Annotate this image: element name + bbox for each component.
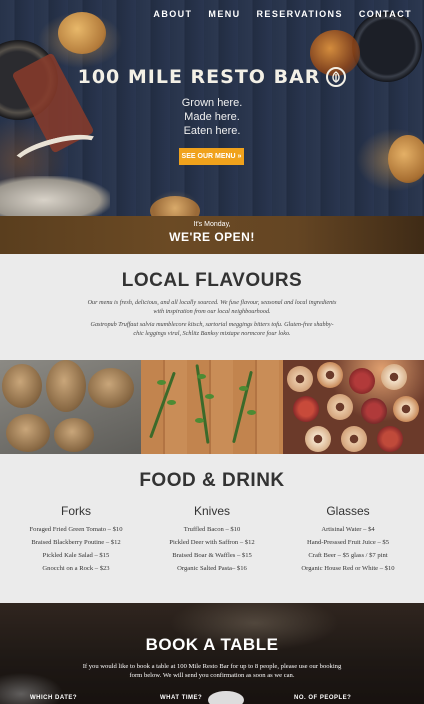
food-drink-section: FOOD & DRINK Forks Foraged Fried Green T… [0,454,424,603]
donuts-photo [282,360,424,454]
plate-image [208,691,244,704]
menu-column-heading: Glasses [326,504,370,518]
nav-reservations[interactable]: RESERVATIONS [257,9,343,19]
menu-item: Hand-Presssed Fruit Juice – $5 [306,539,390,546]
menu-columns: Forks Foraged Fried Green Tomato – $10 B… [0,504,424,578]
hero-banner: ABOUT MENU RESERVATIONS CONTACT 100 MILE… [0,0,424,216]
open-day-text: It's Monday, [193,221,231,228]
menu-item: Organic House Red or White – $10 [301,565,395,572]
section-title: LOCAL FLAVOURS [121,270,303,291]
open-status-bar: It's Monday, WE'RE OPEN! [0,216,424,254]
main-nav: ABOUT MENU RESERVATIONS CONTACT [153,9,412,19]
bread-bun-image [388,135,424,183]
bread-bun-image [150,196,200,216]
menu-item: Organic Salted Pasta– $16 [177,565,247,572]
nav-about[interactable]: ABOUT [153,9,192,19]
bread-bun-image [58,12,106,54]
section-title: BOOK A TABLE [145,635,279,654]
menu-item: Foraged Fried Green Tomato – $10 [29,526,123,533]
tagline-line: Grown here. [181,97,243,109]
menu-item: Truffled Bacon – $10 [183,526,241,533]
herbs-photo [141,360,283,454]
flavours-paragraph: Our menu is fresh, delicious, and all lo… [87,299,337,315]
people-label: NO. OF PEOPLE? [294,695,352,701]
menu-item: Gnocchi on a Rock – $23 [42,565,110,572]
menu-column-heading: Forks [61,504,91,518]
nav-contact[interactable]: CONTACT [359,9,412,19]
flavours-paragraph: Gastropub Truffaut salvia mumblecore kit… [90,321,334,337]
menu-column-glasses: Glasses Artisinal Water – $4 Hand-Presss… [280,504,416,578]
menu-column-knives: Knives Truffled Bacon – $10 Pickled Deer… [144,504,280,578]
open-status-text: WE'RE OPEN! [169,230,255,244]
bread-photo [0,360,142,454]
fur-image [0,176,110,216]
menu-item: Pickled Kale Salad – $15 [42,552,110,559]
leaf-icon [326,67,347,87]
book-table-text: If you would like to book a table at 100… [82,663,342,679]
book-table-section: BOOK A TABLE If you would like to book a… [0,603,424,704]
section-title: FOOD & DRINK [139,470,285,491]
menu-item: Pickled Deer with Saffron – $12 [169,539,255,546]
date-label: WHICH DATE? [30,695,78,701]
menu-column-forks: Forks Foraged Fried Green Tomato – $10 B… [8,504,144,578]
local-flavours-section: LOCAL FLAVOURS Our menu is fresh, delici… [0,254,424,360]
menu-item: Artisinal Water – $4 [321,526,375,533]
menu-item: Braised Blackberry Poutine – $12 [31,539,121,546]
site-title: 100 MILE RESTO BAR [77,66,321,88]
photo-strip [0,360,424,454]
tagline-line: Eaten here. [183,125,241,137]
tagline-line: Made here. [184,111,240,123]
time-label: WHAT TIME? [160,695,203,701]
see-menu-button[interactable]: SEE OUR MENU » [179,148,244,165]
menu-column-heading: Knives [193,504,231,518]
nav-menu[interactable]: MENU [208,9,240,19]
menu-item: Braised Boar & Waffles – $15 [172,552,252,559]
brand-logo[interactable]: 100 MILE RESTO BAR [0,66,424,88]
book-table-content: BOOK A TABLE If you would like to book a… [0,635,424,680]
menu-item: Craft Beer – $5 glass / $7 pint [308,552,388,559]
